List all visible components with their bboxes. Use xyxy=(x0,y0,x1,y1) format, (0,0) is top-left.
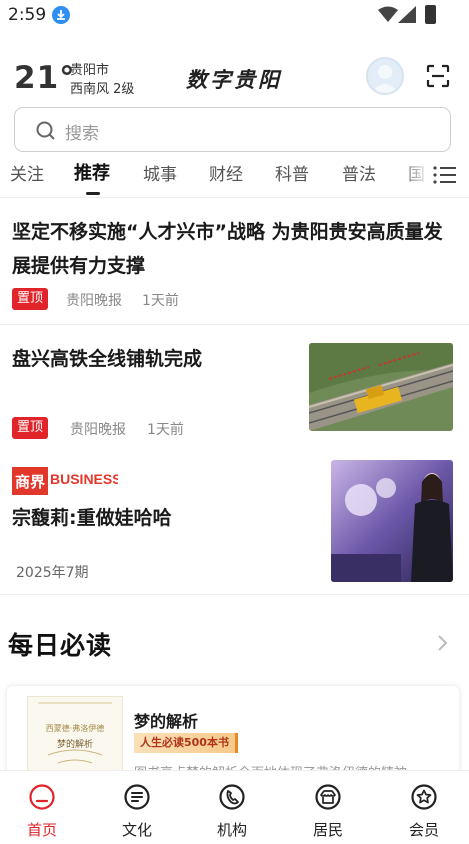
app-logo: 数字贵阳 xyxy=(186,67,282,92)
magazine-issue: 2025年7期 xyxy=(16,565,89,581)
scan-icon[interactable] xyxy=(426,64,450,88)
news-title: 盘兴高铁全线铺轨完成 xyxy=(12,348,203,370)
category-tabs: 关注 推荐 城事 财经 科普 普法 国 xyxy=(0,156,469,196)
nav-label: 机构 xyxy=(216,821,247,839)
news-title: 坚定不移实施“人才兴市”战略 为贵阳贵安高质量发展提供有力支撑 xyxy=(12,221,443,277)
tab-law[interactable]: 普法 xyxy=(342,160,376,185)
pinned-badge: 置顶 xyxy=(12,288,49,310)
news-title: 宗馥莉:重做娃哈哈 xyxy=(12,507,172,529)
weather-city: 贵阳市 xyxy=(70,63,110,78)
search-icon xyxy=(36,121,55,140)
status-bar: 2:59 xyxy=(0,0,469,30)
nav-resident[interactable]: 居民 xyxy=(288,771,368,844)
nav-label: 首页 xyxy=(26,821,57,839)
pinned-badge: 置顶 xyxy=(12,417,49,439)
news-time: 1天前 xyxy=(147,422,184,438)
news-source: 贵阳晚报 xyxy=(70,422,126,438)
resident-icon xyxy=(315,784,341,810)
nav-label: 会员 xyxy=(408,821,439,839)
divider xyxy=(0,197,469,198)
tab-follow[interactable]: 关注 xyxy=(10,160,44,185)
user-icon xyxy=(371,65,399,93)
chevron-right-icon[interactable] xyxy=(436,634,448,652)
brand-cn: 商界 xyxy=(15,473,45,491)
signal-icon xyxy=(398,6,416,23)
book-tag: 人生必读500本书 xyxy=(134,733,238,753)
nav-label: 文化 xyxy=(121,821,152,839)
search-input[interactable]: 搜索 xyxy=(65,119,99,144)
tab-recommend[interactable]: 推荐 xyxy=(74,159,110,185)
download-icon xyxy=(52,6,70,24)
brand-en: BUSINESS xyxy=(50,471,118,487)
weather-temperature: 21° xyxy=(14,60,76,96)
nav-member[interactable]: 会员 xyxy=(384,771,464,844)
business-magazine-logo: 商界 BUSINESS xyxy=(12,467,122,499)
book-cover-author: 西蒙德·弗洛伊德 xyxy=(45,724,105,733)
nav-culture[interactable]: 文化 xyxy=(97,771,177,844)
nav-home[interactable]: 首页 xyxy=(2,771,82,844)
news-time: 1天前 xyxy=(142,293,179,309)
tab-menu-icon[interactable] xyxy=(433,166,457,184)
active-tab-indicator xyxy=(86,192,100,195)
news-thumbnail-railway xyxy=(309,343,453,431)
nav-institution[interactable]: 机构 xyxy=(192,771,272,844)
tab-finance[interactable]: 财经 xyxy=(209,160,243,185)
tab-science[interactable]: 科普 xyxy=(275,160,309,185)
bottom-nav: 首页 文化 机构 居民 会员 xyxy=(0,770,469,844)
nav-label: 居民 xyxy=(312,821,343,839)
home-icon xyxy=(29,784,55,810)
tabs-fade xyxy=(400,156,430,192)
institution-icon xyxy=(219,784,245,810)
book-cover-title: 梦的解析 xyxy=(56,740,93,750)
news-source: 贵阳晚报 xyxy=(66,293,122,309)
battery-icon xyxy=(425,5,436,24)
news-thumbnail-portrait xyxy=(331,460,453,582)
culture-icon xyxy=(124,784,150,810)
weather-wind: 西南风 2级 xyxy=(70,82,135,97)
divider xyxy=(0,324,469,325)
wifi-icon xyxy=(378,6,398,22)
section-title-daily-read: 每日必读 xyxy=(8,631,113,660)
status-time: 2:59 xyxy=(8,5,47,25)
book-title: 梦的解析 xyxy=(134,712,199,731)
divider xyxy=(0,594,469,595)
search-bar[interactable]: 搜索 xyxy=(14,107,451,152)
member-icon xyxy=(411,784,437,810)
avatar[interactable] xyxy=(366,57,404,95)
tab-city[interactable]: 城事 xyxy=(143,160,177,185)
